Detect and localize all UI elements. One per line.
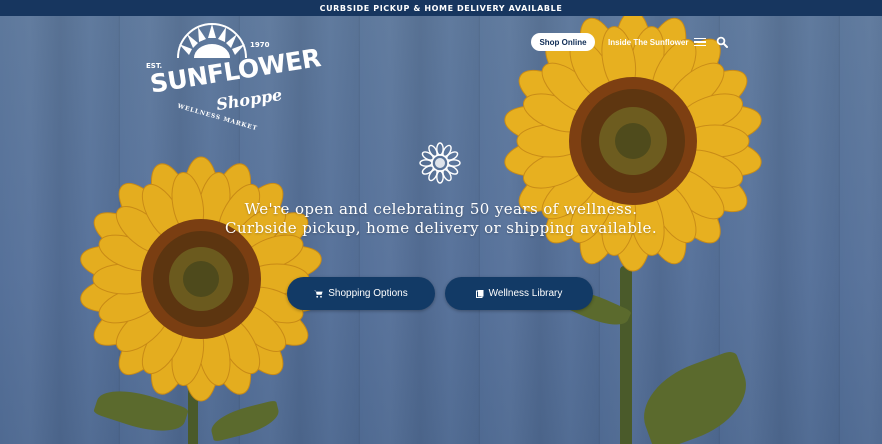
headline-line-2: Curbside pickup, home delivery or shippi… bbox=[224, 219, 658, 237]
shopping-options-label: Shopping Options bbox=[328, 288, 408, 299]
right-flower-stem bbox=[620, 266, 632, 444]
inside-the-sunflower-label: Inside The Sunflower bbox=[608, 37, 689, 47]
sunflower-emblem-icon bbox=[419, 142, 461, 184]
shopping-options-button[interactable]: Shopping Options bbox=[287, 277, 435, 310]
promo-text: CURBSIDE PICKUP & HOME DELIVERY AVAILABL… bbox=[319, 3, 563, 13]
wellness-library-label: Wellness Library bbox=[488, 288, 563, 299]
inside-the-sunflower-menu[interactable]: Inside The Sunflower bbox=[608, 36, 707, 48]
headline-line-1: We're open and celebrating 50 years of w… bbox=[244, 200, 638, 218]
left-sunflower-image bbox=[80, 156, 322, 402]
hero-section: EST. 1970 SUNFLOWER Shoppe WELLNESS MARK… bbox=[0, 16, 882, 444]
hamburger-icon bbox=[694, 37, 707, 47]
wellness-library-button[interactable]: Wellness Library bbox=[445, 277, 593, 310]
logo-year-text: 1970 bbox=[250, 41, 270, 49]
search-icon[interactable] bbox=[716, 36, 728, 48]
promo-bar: CURBSIDE PICKUP & HOME DELIVERY AVAILABL… bbox=[0, 0, 882, 16]
hero-headline: We're open and celebrating 50 years of w… bbox=[190, 200, 692, 238]
sunflower-shoppe-logo[interactable]: EST. 1970 SUNFLOWER Shoppe WELLNESS MARK… bbox=[146, 22, 322, 134]
logo-name-script: Shoppe bbox=[214, 84, 284, 115]
shop-online-button[interactable]: Shop Online bbox=[531, 33, 595, 51]
book-icon bbox=[475, 289, 484, 298]
cart-icon bbox=[314, 290, 323, 298]
